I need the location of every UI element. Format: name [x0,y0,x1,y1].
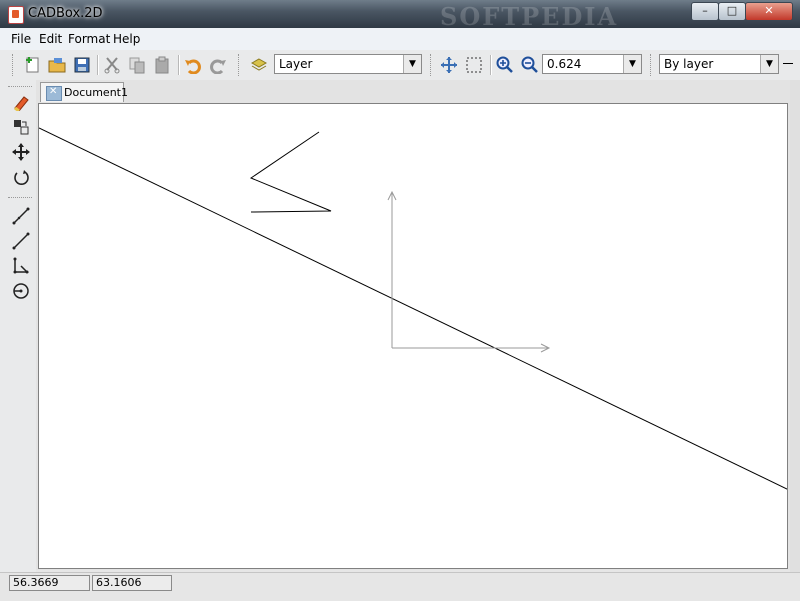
drawn-line[interactable] [39,127,788,490]
copy-object-icon[interactable] [10,116,32,138]
window-title: CADBox.2D [28,6,103,21]
title-background-watermark: SOFTPEDIA [440,2,619,28]
status-bar: 56.3669 63.1606 [0,572,800,601]
drawing-surface[interactable] [39,104,788,569]
polyline-tool-icon[interactable] [10,255,32,277]
line-width-preview[interactable] [783,63,793,64]
cut-icon[interactable] [101,54,123,76]
zoom-select[interactable]: 0.624 ▼ [542,54,642,74]
tab-document1-label: Document1 [64,86,128,99]
close-tab-icon[interactable] [46,86,62,101]
eraser-icon[interactable] [10,91,32,113]
circle-tool-icon[interactable] [10,280,32,302]
tab-document1[interactable]: Document1 [40,82,128,102]
application-window: SOFTPEDIA CADBox.2D – □ ✕ File Edit Form… [0,0,800,601]
drawing-canvas[interactable] [38,103,788,569]
open-folder-icon[interactable] [46,54,68,76]
app-icon[interactable] [8,6,24,24]
minimize-button[interactable]: – [691,2,719,21]
linetype-select[interactable]: By layer ▼ [659,54,779,74]
menu-format[interactable]: Format [68,32,110,46]
layer-select[interactable]: Layer ▼ [274,54,422,74]
menu-help[interactable]: Help [113,32,140,46]
menu-bar: File Edit Format Help [0,28,800,51]
paste-icon[interactable] [151,54,173,76]
zoom-in-icon[interactable] [494,54,516,76]
title-bar[interactable]: SOFTPEDIA CADBox.2D – □ ✕ [0,0,800,28]
menu-edit[interactable]: Edit [39,32,62,46]
layers-icon[interactable] [248,54,270,76]
drawn-polyline[interactable] [249,131,332,213]
new-document-icon[interactable] [22,54,44,76]
segment-tool-icon[interactable] [10,230,32,252]
save-icon[interactable] [71,54,93,76]
toolbar-grip[interactable] [8,197,32,199]
close-button[interactable]: ✕ [745,2,793,21]
copy-icon[interactable] [126,54,148,76]
chevron-down-icon[interactable]: ▼ [623,55,641,73]
chevron-down-icon[interactable]: ▼ [403,55,421,73]
linetype-select-value: By layer [664,57,714,71]
toolbar-grip[interactable] [8,86,32,88]
chevron-down-icon[interactable]: ▼ [760,55,778,73]
toolbar-grip[interactable] [12,54,16,76]
toolbar-grip[interactable] [430,54,434,76]
zoom-out-icon[interactable] [519,54,541,76]
redo-icon[interactable] [207,54,229,76]
move-icon[interactable] [10,141,32,163]
layer-select-value: Layer [279,57,313,71]
toolbar-separator [178,55,180,75]
status-coordinate-y: 63.1606 [92,575,172,591]
main-toolbar: Layer ▼ 0.624 ▼ By layer ▼ [0,50,800,81]
undo-icon[interactable] [182,54,204,76]
zoom-select-value: 0.624 [547,57,582,71]
maximize-button[interactable]: □ [718,2,746,21]
toolbar-grip[interactable] [238,54,242,76]
toolbar-separator [97,55,99,75]
pan-icon[interactable] [438,54,460,76]
left-toolbar [0,80,36,572]
zoom-window-icon[interactable] [463,54,485,76]
menu-file[interactable]: File [11,32,31,46]
toolbar-grip[interactable] [650,54,654,76]
rotate-icon[interactable] [10,166,32,188]
status-coordinate-x: 56.3669 [9,575,90,591]
toolbar-separator [490,55,492,75]
line-tool-icon[interactable] [10,205,32,227]
right-edge [790,80,800,572]
